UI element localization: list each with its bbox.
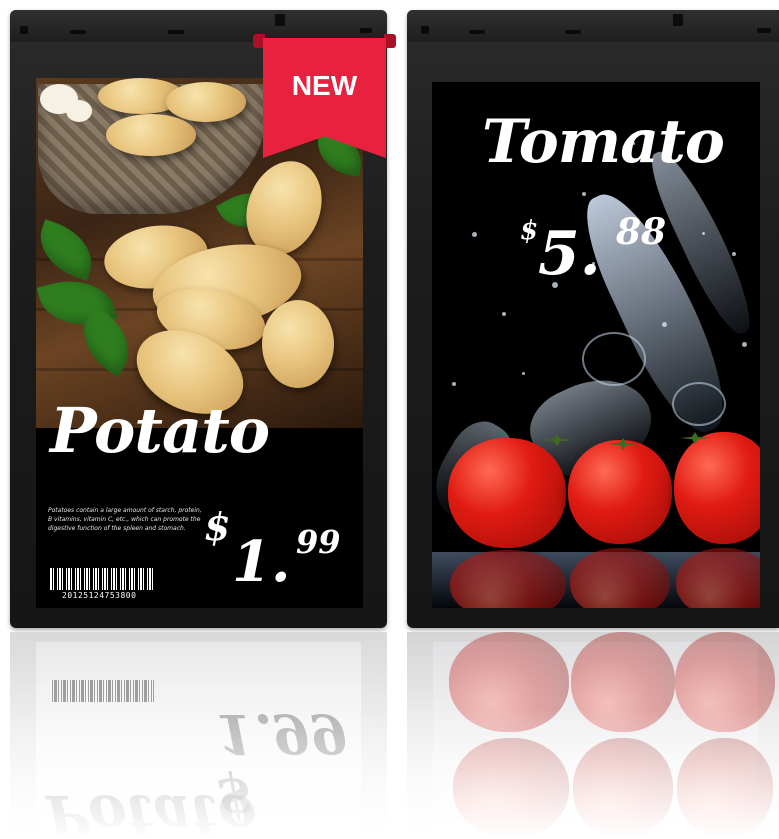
mount-hole xyxy=(20,26,28,34)
currency-symbol: $ xyxy=(520,216,539,246)
vent-slot xyxy=(168,30,184,34)
potato-image xyxy=(166,82,246,122)
vent-slot xyxy=(70,30,86,34)
mount-hole xyxy=(421,26,429,34)
reflection-fade xyxy=(10,709,387,839)
product-name: Potato xyxy=(50,394,270,467)
power-port xyxy=(673,14,683,26)
potato-image xyxy=(106,114,196,156)
tomato-image xyxy=(448,438,566,548)
barcode-reflection xyxy=(50,680,154,702)
product-name: Tomato xyxy=(482,107,725,177)
potato-display-reflection: $ 1.99 Potato xyxy=(10,632,387,839)
price-integer: 1. xyxy=(232,529,291,595)
tomato-reflection xyxy=(676,548,760,608)
tomato-reflection xyxy=(450,550,566,608)
potato-screen: Potato Potatoes contain a large amount o… xyxy=(36,78,363,608)
product-description: Potatoes contain a large amount of starc… xyxy=(48,507,202,532)
barcode-number: 20125124753800 xyxy=(62,591,137,600)
water-splash xyxy=(582,332,646,386)
price-integer: 5. xyxy=(538,219,601,289)
vent-slot xyxy=(360,28,372,33)
currency-symbol: $ xyxy=(204,504,231,549)
vent-slot xyxy=(757,28,771,33)
tomato-reflection xyxy=(570,548,670,608)
vent-slot xyxy=(565,30,581,34)
reflection-fade xyxy=(407,709,779,839)
barcode xyxy=(50,568,154,590)
leaf-image xyxy=(36,219,102,281)
tomato-display-reflection xyxy=(407,632,779,839)
potato-image xyxy=(262,300,334,388)
tomato-screen: Tomato $ 5. 88 xyxy=(432,82,760,608)
power-port xyxy=(275,14,285,26)
tomato-image xyxy=(568,440,672,544)
tomato-image xyxy=(674,432,760,544)
price-decimal: 88 xyxy=(616,211,667,253)
tomato-signage-display: Tomato $ 5. 88 xyxy=(407,10,779,628)
water-splash xyxy=(672,382,726,426)
device-top-frame xyxy=(407,10,779,42)
flower-image xyxy=(66,100,92,122)
new-badge-label: NEW xyxy=(291,70,358,101)
vent-slot xyxy=(469,30,485,34)
price-decimal: 99 xyxy=(296,523,341,561)
device-top-frame xyxy=(10,10,387,42)
